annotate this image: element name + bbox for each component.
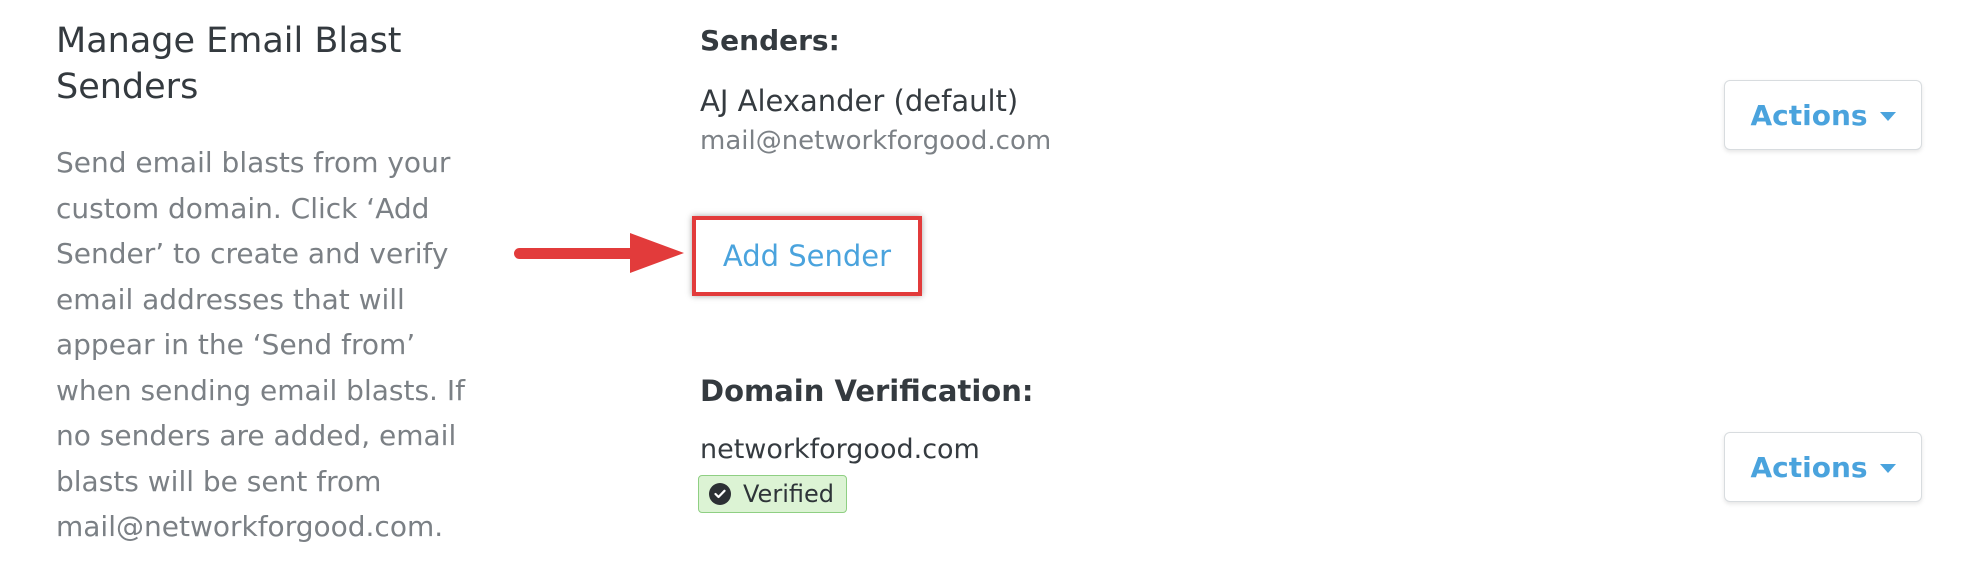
verified-status-label: Verified (743, 480, 834, 508)
chevron-down-icon (1879, 464, 1896, 473)
check-circle-icon (709, 483, 731, 505)
add-sender-button[interactable]: Add Sender (723, 239, 891, 273)
section-intro: Manage Email Blast Senders Send email bl… (56, 18, 486, 550)
add-sender-highlight: Add Sender (692, 216, 922, 296)
domain-verification-label: Domain Verification: (700, 374, 1034, 408)
domain-actions-label: Actions (1750, 450, 1868, 484)
sender-email: mail@networkforgood.com (700, 126, 1052, 156)
sender-actions-label: Actions (1750, 98, 1868, 132)
chevron-down-icon (1879, 112, 1896, 121)
sender-name: AJ Alexander (default) (700, 84, 1019, 118)
verified-badge: Verified (698, 475, 847, 513)
domain-actions-button[interactable]: Actions (1724, 432, 1922, 502)
section-title: Manage Email Blast Senders (56, 21, 402, 107)
senders-label: Senders: (700, 24, 840, 57)
section-description: Send email blasts from your custom domai… (56, 146, 465, 543)
domain-name: networkforgood.com (700, 434, 980, 465)
sender-actions-button[interactable]: Actions (1724, 80, 1922, 150)
red-arrow-icon (514, 233, 684, 273)
